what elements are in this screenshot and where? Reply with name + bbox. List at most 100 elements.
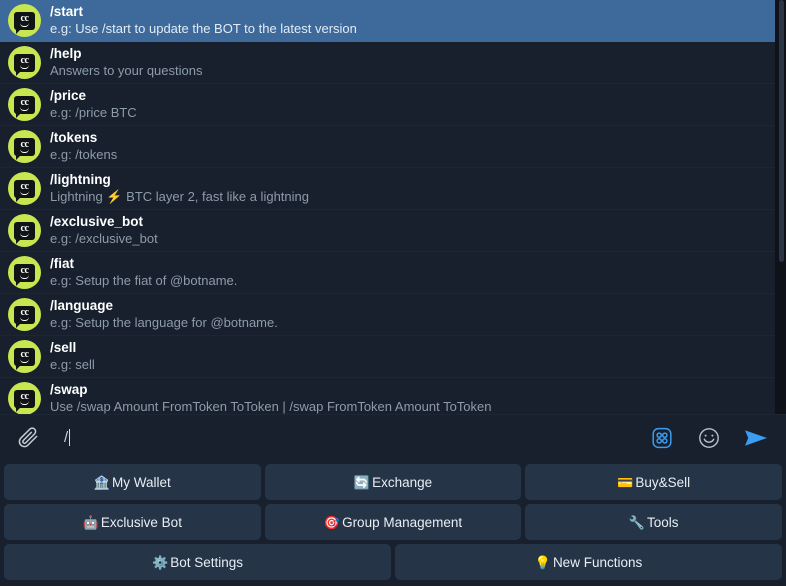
telegram-bot-chat-screen: cc/start e.g: Use /start to update the BO… [0, 0, 786, 586]
bot-reply-keyboard: 🏦My Wallet🔄Exchange💳Buy&Sell🤖Exclusive B… [0, 460, 786, 586]
command-name: /fiat [50, 256, 237, 272]
command-item-language[interactable]: cc/languagee.g: Setup the language for @… [0, 294, 775, 336]
keyboard-button-exclusive-bot[interactable]: 🤖Exclusive Bot [4, 504, 261, 540]
bot-avatar: cc [8, 130, 41, 163]
bot-avatar: cc [8, 88, 41, 121]
smile-icon [20, 275, 29, 279]
keyboard-button-label: Bot Settings [170, 555, 243, 570]
command-item-help[interactable]: cc/help Answers to your questions [0, 42, 775, 84]
keyboard-row: 🤖Exclusive Bot🎯Group Management🔧Tools [4, 504, 782, 540]
speech-bubble-icon: cc [14, 12, 35, 30]
message-input-bar: / [0, 414, 786, 460]
smile-icon [20, 107, 29, 111]
speech-bubble-icon: cc [14, 180, 35, 198]
speech-bubble-icon: cc [14, 54, 35, 72]
command-name: /language [50, 298, 278, 314]
command-description: e.g: /tokens [50, 148, 117, 163]
speech-bubble-icon: cc [14, 222, 35, 240]
bot-avatar: cc [8, 382, 41, 414]
paperclip-icon[interactable] [14, 424, 42, 452]
command-item-swap[interactable]: cc/swapUse /swap Amount FromToken ToToke… [0, 378, 775, 414]
keyboard-button-label: New Functions [553, 555, 642, 570]
command-text: /start e.g: Use /start to update the BOT … [50, 4, 357, 36]
speech-bubble-icon: cc [14, 306, 35, 324]
bot-keyboard-icon[interactable] [648, 424, 676, 452]
command-description: e.g: sell [50, 358, 95, 373]
avatar-label: cc [21, 308, 29, 317]
command-description: Answers to your questions [50, 64, 202, 79]
command-text: /help Answers to your questions [50, 46, 202, 78]
send-icon[interactable] [742, 424, 770, 452]
keyboard-button-label: Group Management [342, 515, 462, 530]
tools-icon: 🔧 [629, 516, 645, 529]
keyboard-button-label: Tools [647, 515, 679, 530]
keyboard-button-new-functions[interactable]: 💡New Functions [395, 544, 782, 580]
keyboard-button-my-wallet[interactable]: 🏦My Wallet [4, 464, 261, 500]
command-description: e.g: /price BTC [50, 106, 137, 121]
command-description: e.g: Setup the fiat of @botname. [50, 274, 237, 289]
avatar-label: cc [21, 392, 29, 401]
command-list-scrollbar[interactable] [775, 0, 786, 414]
keyboard-button-tools[interactable]: 🔧Tools [525, 504, 782, 540]
command-name: /sell [50, 340, 95, 356]
command-name: /exclusive_bot [50, 214, 158, 230]
smile-icon [20, 149, 29, 153]
speech-bubble-icon: cc [14, 264, 35, 282]
bot-avatar: cc [8, 172, 41, 205]
command-name: /lightning [50, 172, 309, 188]
smile-icon [20, 23, 29, 27]
avatar-label: cc [21, 182, 29, 191]
new-functions-icon: 💡 [535, 556, 551, 569]
command-name: /price [50, 88, 137, 104]
bot-avatar: cc [8, 340, 41, 373]
scrollbar-thumb[interactable] [779, 0, 784, 262]
smile-icon [20, 191, 29, 195]
command-item-fiat[interactable]: cc/fiat e.g: Setup the fiat of @botname. [0, 252, 775, 294]
keyboard-button-label: Exclusive Bot [101, 515, 182, 530]
avatar-label: cc [21, 140, 29, 149]
command-name: /start [50, 4, 357, 20]
command-item-sell[interactable]: cc/sell e.g: sell [0, 336, 775, 378]
speech-bubble-icon: cc [14, 348, 35, 366]
keyboard-row: ⚙️Bot Settings💡New Functions [4, 544, 782, 580]
text-caret [69, 429, 70, 446]
avatar-label: cc [21, 56, 29, 65]
command-description: e.g: /exclusive_bot [50, 232, 158, 247]
command-suggestion-list[interactable]: cc/start e.g: Use /start to update the BO… [0, 0, 786, 414]
keyboard-button-buy-and-sell[interactable]: 💳Buy&Sell [525, 464, 782, 500]
command-text: /exclusive_bot e.g: /exclusive_bot [50, 214, 158, 246]
keyboard-button-bot-settings[interactable]: ⚙️Bot Settings [4, 544, 391, 580]
message-input[interactable]: / [64, 415, 648, 460]
command-item-exclusive_bot[interactable]: cc/exclusive_bot e.g: /exclusive_bot [0, 210, 775, 252]
speech-bubble-icon: cc [14, 96, 35, 114]
command-text: /fiat e.g: Setup the fiat of @botname. [50, 256, 237, 288]
command-item-price[interactable]: cc/price e.g: /price BTC [0, 84, 775, 126]
keyboard-button-exchange[interactable]: 🔄Exchange [265, 464, 522, 500]
smile-icon [20, 359, 29, 363]
command-text: /lightningLightning ⚡ BTC layer 2, fast … [50, 172, 309, 204]
command-name: /tokens [50, 130, 117, 146]
bot-settings-icon: ⚙️ [152, 556, 168, 569]
avatar-label: cc [21, 224, 29, 233]
input-bar-actions [648, 424, 770, 452]
command-text: /tokens e.g: /tokens [50, 130, 117, 162]
command-item-start[interactable]: cc/start e.g: Use /start to update the BO… [0, 0, 775, 42]
keyboard-button-group-management[interactable]: 🎯Group Management [265, 504, 522, 540]
command-name: /help [50, 46, 202, 62]
keyboard-row: 🏦My Wallet🔄Exchange💳Buy&Sell [4, 464, 782, 500]
avatar-label: cc [21, 98, 29, 107]
command-description: e.g: Use /start to update the BOT to the… [50, 22, 357, 37]
speech-bubble-icon: cc [14, 138, 35, 156]
avatar-label: cc [21, 350, 29, 359]
command-item-tokens[interactable]: cc/tokens e.g: /tokens [0, 126, 775, 168]
smiley-icon[interactable] [695, 424, 723, 452]
command-text: /swapUse /swap Amount FromToken ToToken … [50, 382, 492, 414]
keyboard-button-label: Exchange [372, 475, 432, 490]
bot-avatar: cc [8, 298, 41, 331]
command-text: /languagee.g: Setup the language for @bo… [50, 298, 278, 330]
smile-icon [20, 317, 29, 321]
bot-avatar: cc [8, 256, 41, 289]
command-item-lightning[interactable]: cc/lightningLightning ⚡ BTC layer 2, fas… [0, 168, 775, 210]
exchange-icon: 🔄 [354, 476, 370, 489]
bot-avatar: cc [8, 46, 41, 79]
